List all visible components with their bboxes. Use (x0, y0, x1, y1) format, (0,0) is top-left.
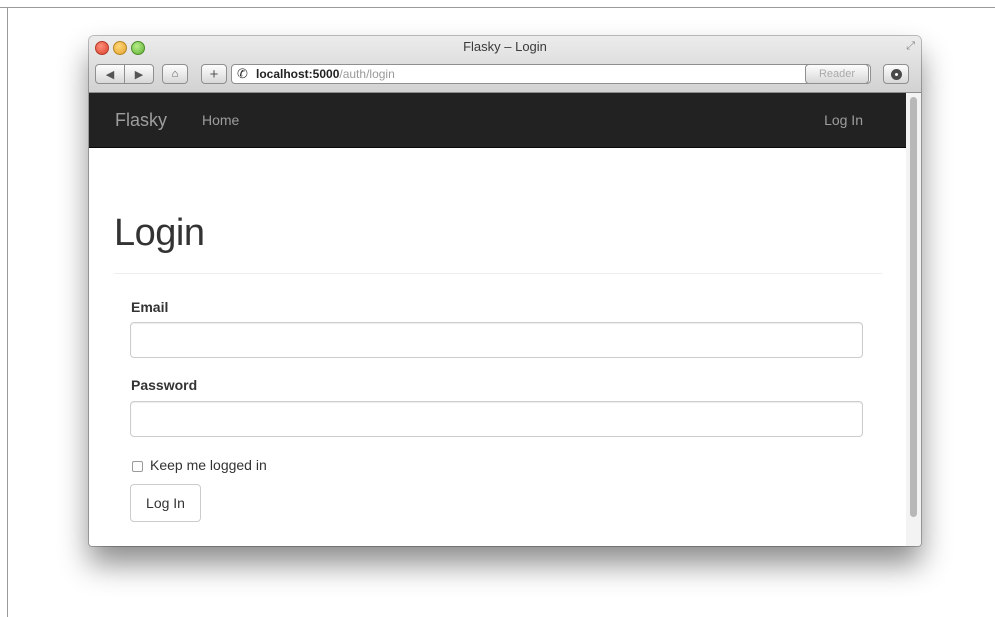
title-divider (114, 273, 882, 274)
reader-button[interactable]: Reader (805, 64, 869, 84)
remember-me-checkbox[interactable] (132, 461, 143, 472)
back-button[interactable]: ◀ (95, 64, 125, 84)
home-button[interactable]: ⌂ (162, 64, 188, 84)
figure-border-left (7, 7, 8, 617)
email-field[interactable] (130, 322, 863, 358)
url-host: localhost:5000/auth/login (256, 67, 395, 81)
window-title: Flasky – Login (463, 39, 547, 54)
nav-home-link[interactable]: Home (202, 112, 239, 128)
downloads-icon (890, 68, 902, 80)
plus-icon: + (209, 65, 219, 83)
home-icon: ⌂ (171, 68, 179, 80)
downloads-button[interactable] (883, 64, 909, 84)
password-field[interactable] (130, 401, 863, 437)
nav-login-link[interactable]: Log In (824, 112, 863, 128)
address-bar[interactable]: ✆ localhost:5000/auth/login c (231, 64, 871, 84)
title-bar: Flasky – Login ⤢ ◀ ▶ ⌂ + ✆ localhost:500… (89, 36, 921, 93)
url-path: /auth/login (339, 67, 395, 81)
add-bookmark-button[interactable]: + (201, 64, 227, 84)
scrollbar-thumb[interactable] (910, 97, 917, 517)
fullscreen-icon[interactable]: ⤢ (906, 40, 915, 53)
figure-border-top (0, 7, 995, 8)
phone-icon: ✆ (237, 66, 248, 81)
scrollbar[interactable] (906, 93, 921, 546)
back-icon: ◀ (105, 68, 115, 81)
login-submit-button[interactable]: Log In (130, 484, 201, 522)
navbar-brand[interactable]: Flasky (115, 110, 167, 131)
forward-icon: ▶ (134, 68, 144, 81)
page-title: Login (114, 212, 205, 254)
forward-button[interactable]: ▶ (124, 64, 154, 84)
browser-window: Flasky – Login ⤢ ◀ ▶ ⌂ + ✆ localhost:500… (89, 36, 921, 546)
top-navbar: Flasky Home Log In (89, 93, 906, 148)
password-label: Password (131, 377, 198, 393)
remember-me-label[interactable]: Keep me logged in (150, 457, 267, 473)
email-label: Email (131, 299, 169, 315)
